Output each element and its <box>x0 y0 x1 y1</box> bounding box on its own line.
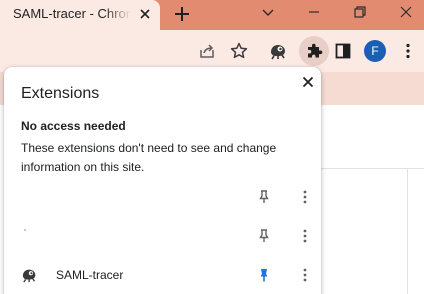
extension-name: SAML-tracer <box>56 268 124 282</box>
extension-row[interactable] <box>4 180 321 214</box>
close-icon[interactable] <box>397 3 415 21</box>
browser-window: SAML-tracer - Chrome F Extensions No acc… <box>0 0 424 294</box>
saml-tracer-icon <box>22 269 36 283</box>
minimize-icon[interactable] <box>305 3 323 21</box>
more-vert-icon[interactable] <box>297 267 313 283</box>
plus-icon[interactable] <box>172 4 192 24</box>
pin-icon[interactable] <box>256 228 272 244</box>
extension-icon <box>24 229 26 231</box>
title-bar: SAML-tracer - Chrome <box>0 0 424 30</box>
pin-icon[interactable] <box>256 267 272 283</box>
tab-saml-tracer[interactable]: SAML-tracer - Chrome <box>0 0 160 30</box>
share-icon[interactable] <box>197 41 217 61</box>
close-icon[interactable] <box>300 74 316 90</box>
page-divider-vertical <box>407 168 408 294</box>
chevron-down-icon[interactable] <box>259 3 277 21</box>
section-description: These extensions don't need to see and c… <box>21 141 277 174</box>
extensions-popup: Extensions No access needed These extens… <box>4 67 321 294</box>
bookmark-star-icon[interactable] <box>229 41 249 61</box>
popup-title: Extensions <box>21 85 100 102</box>
more-vert-icon[interactable] <box>297 228 313 244</box>
more-vert-icon[interactable] <box>398 41 418 61</box>
profile-avatar[interactable]: F <box>364 40 386 62</box>
side-panel-icon[interactable] <box>333 41 353 61</box>
extensions-puzzle-icon <box>308 43 323 58</box>
tab-title: SAML-tracer - Chrome <box>13 6 131 21</box>
page-divider <box>320 168 424 169</box>
extensions-button[interactable] <box>299 36 329 66</box>
close-icon[interactable] <box>137 6 153 22</box>
saml-tracer-icon[interactable] <box>268 41 288 61</box>
section-heading: No access needed <box>21 119 126 133</box>
toolbar: F <box>0 30 424 72</box>
pin-icon[interactable] <box>256 189 272 205</box>
extension-row-saml-tracer[interactable]: SAML-tracer <box>4 258 321 292</box>
restore-icon[interactable] <box>351 3 369 21</box>
more-vert-icon[interactable] <box>297 189 313 205</box>
extension-row[interactable] <box>4 219 321 253</box>
